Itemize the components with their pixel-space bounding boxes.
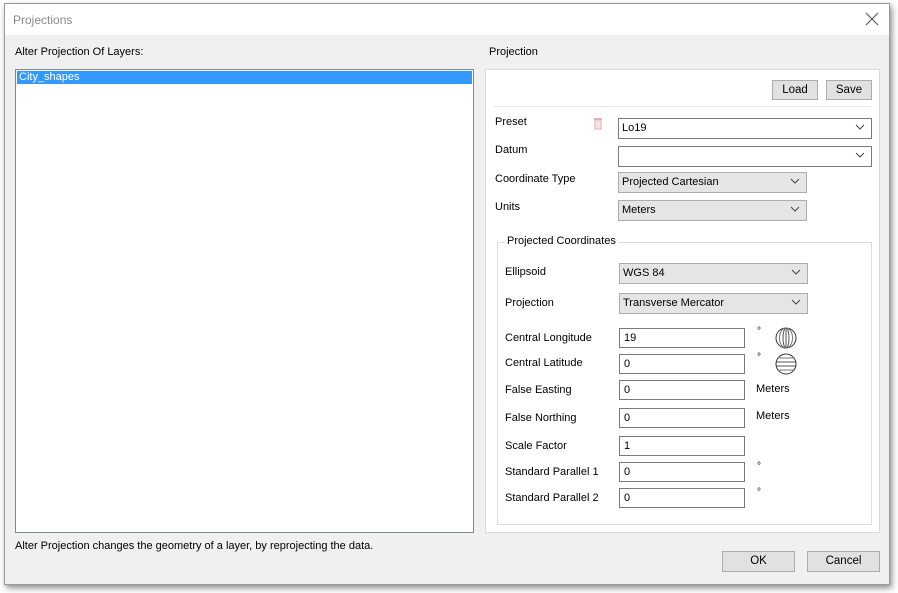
false-northing-input[interactable]: 0: [619, 408, 745, 428]
layer-item-city-shapes[interactable]: City_shapes: [17, 71, 472, 84]
projection-panel: Load Save Preset Lo19 Datum Coordinate T…: [485, 69, 880, 533]
coordinate-type-value: Projected Cartesian: [622, 176, 719, 188]
scale-factor-input[interactable]: 1: [619, 436, 745, 456]
scale-factor-label: Scale Factor: [505, 440, 567, 452]
false-easting-input[interactable]: 0: [619, 380, 745, 400]
close-button[interactable]: [863, 10, 881, 28]
footer-note: Alter Projection changes the geometry of…: [15, 540, 374, 552]
standard-parallel-1-label: Standard Parallel 1: [505, 466, 599, 478]
ok-button[interactable]: OK: [722, 551, 795, 572]
false-easting-value: 0: [624, 384, 631, 396]
scale-factor-value: 1: [624, 440, 631, 452]
globe-longitude-icon[interactable]: [775, 327, 797, 349]
standard-parallel-1-value: 0: [624, 466, 631, 478]
preset-value: Lo19: [622, 122, 647, 134]
datum-dropdown[interactable]: [618, 146, 872, 167]
title-bar: Projections: [5, 4, 889, 35]
chevron-down-icon: [855, 152, 865, 158]
layers-heading: Alter Projection Of Layers:: [15, 46, 144, 58]
group-title: Projected Coordinates: [505, 235, 618, 247]
preset-dropdown[interactable]: Lo19: [618, 118, 872, 139]
central-longitude-label: Central Longitude: [505, 332, 592, 344]
standard-parallel-1-input[interactable]: 0: [619, 462, 745, 482]
chevron-down-icon: [791, 269, 801, 275]
load-button[interactable]: Load: [772, 80, 818, 100]
false-northing-value: 0: [624, 412, 631, 424]
standard-parallel-2-input[interactable]: 0: [619, 488, 745, 508]
delete-preset-button[interactable]: [593, 117, 603, 133]
preset-label: Preset: [495, 116, 527, 128]
dialog-title: Projections: [13, 13, 73, 27]
divider: [494, 106, 871, 107]
coordinate-type-label: Coordinate Type: [495, 173, 576, 185]
projections-dialog: Projections Alter Projection Of Layers: …: [4, 3, 890, 585]
datum-label: Datum: [495, 144, 528, 156]
false-northing-label: False Northing: [505, 412, 577, 424]
projection-dropdown[interactable]: Transverse Mercator: [619, 293, 808, 314]
layers-list[interactable]: City_shapes: [15, 69, 474, 533]
coordinate-type-dropdown[interactable]: Projected Cartesian: [618, 172, 807, 193]
false-northing-unit: Meters: [756, 410, 790, 422]
ellipsoid-dropdown[interactable]: WGS 84: [619, 263, 808, 284]
close-icon: [865, 12, 879, 26]
standard-parallel-2-unit: °: [757, 487, 761, 498]
standard-parallel-2-value: 0: [624, 492, 631, 504]
ellipsoid-label: Ellipsoid: [505, 266, 546, 278]
central-latitude-input[interactable]: 0: [619, 354, 745, 374]
central-longitude-value: 19: [624, 332, 637, 344]
false-easting-unit: Meters: [756, 383, 790, 395]
central-latitude-unit: °: [757, 352, 761, 363]
central-longitude-input[interactable]: 19: [619, 328, 745, 348]
chevron-down-icon: [790, 178, 800, 184]
globe-latitude-icon[interactable]: [775, 353, 797, 375]
units-label: Units: [495, 201, 521, 213]
chevron-down-icon: [791, 299, 801, 305]
central-latitude-value: 0: [624, 358, 631, 370]
false-easting-label: False Easting: [505, 384, 572, 396]
central-longitude-unit: °: [757, 326, 761, 337]
ellipsoid-value: WGS 84: [623, 267, 665, 279]
standard-parallel-1-unit: °: [757, 461, 761, 472]
projection-heading: Projection: [489, 46, 538, 58]
cancel-button[interactable]: Cancel: [807, 551, 880, 572]
trash-icon: [594, 118, 602, 130]
projected-coordinates-group: Projected Coordinates Ellipsoid WGS 84 P…: [497, 235, 872, 525]
chevron-down-icon: [790, 206, 800, 212]
units-value: Meters: [622, 204, 656, 216]
projection-value: Transverse Mercator: [623, 297, 725, 309]
central-latitude-label: Central Latitude: [505, 357, 583, 369]
save-button[interactable]: Save: [826, 80, 872, 100]
units-dropdown[interactable]: Meters: [618, 200, 807, 221]
projection-label: Projection: [505, 297, 554, 309]
standard-parallel-2-label: Standard Parallel 2: [505, 492, 599, 504]
chevron-down-icon: [855, 124, 865, 130]
